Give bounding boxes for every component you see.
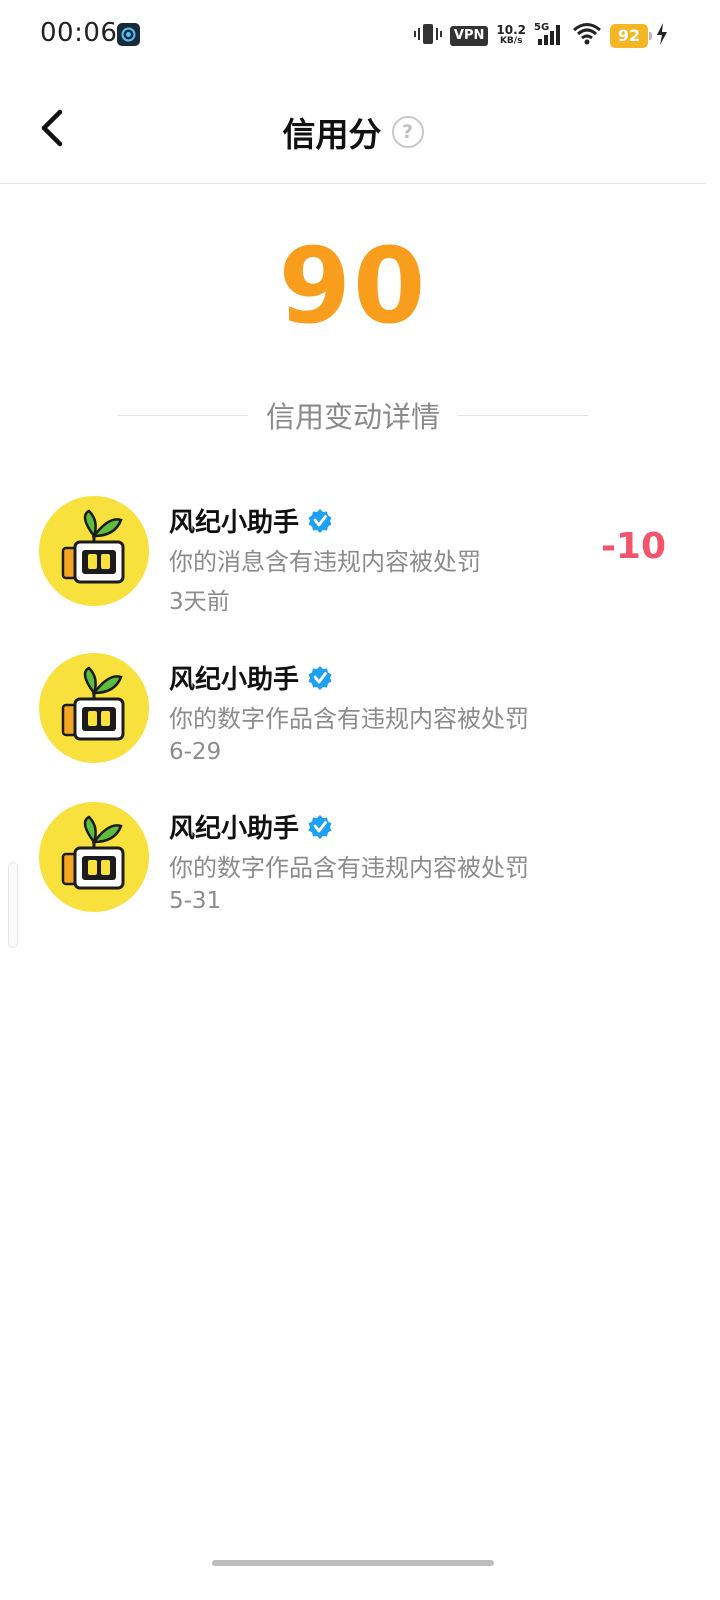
section-header: 信用变动详情 [118,395,589,435]
record-sender-name: 风纪小助手 [169,508,300,538]
record-name-row: 风纪小助手 [169,808,333,845]
status-bar: 00:06 VPN 10.2 KB/s 5G 92 [0,0,720,70]
page-title: 信用分 [282,115,382,154]
divider-right [458,414,589,416]
list-item[interactable]: 风纪小助手 你的消息含有违规内容被处罚 3天前 -10 [0,496,706,616]
edge-panel-handle[interactable] [8,862,18,948]
verified-badge-icon [308,665,332,690]
home-indicator[interactable] [212,1560,494,1566]
robot-sprout-icon [61,509,125,584]
robot-sprout-icon [61,815,125,890]
network-speed: 10.2 KB/s [496,23,526,47]
nav-bar: 信用分 ? [0,70,706,184]
record-description: 你的数字作品含有违规内容被处罚 [169,854,529,882]
verified-badge-icon [308,508,332,533]
vpn-badge: VPN [449,26,489,46]
credit-score: 90 [278,225,428,347]
verified-badge-icon [308,814,332,839]
record-description: 你的消息含有违规内容被处罚 [169,548,481,576]
record-time: 5-31 [169,888,222,914]
status-time: 00:06 [40,18,118,48]
avatar [39,802,149,912]
network-speed-value: 10.2 [496,23,526,37]
record-time: 3天前 [169,589,230,615]
network-speed-unit: KB/s [499,36,523,46]
battery-indicator: 92 [610,24,652,48]
divider-left [118,414,248,416]
score-change: -10 [600,526,666,567]
status-icons: VPN 10.2 KB/s 5G 92 [413,20,668,52]
signal-label: 5G [534,22,549,33]
nav-title-group: 信用分 ? [0,108,706,156]
avatar [39,653,149,763]
list-item[interactable]: 风纪小助手 你的数字作品含有违规内容被处罚 6-29 [0,653,706,773]
record-description: 你的数字作品含有违规内容被处罚 [169,705,529,733]
avatar [39,496,149,606]
wifi-icon [572,22,602,50]
record-sender-name: 风纪小助手 [169,814,300,844]
question-circle-icon[interactable]: ? [391,116,424,148]
cellular-signal-icon: 5G [534,21,564,51]
record-name-row: 风纪小助手 [169,659,333,696]
record-name-row: 风纪小助手 [169,502,333,539]
vibrate-icon [413,22,442,50]
record-sender-name: 风纪小助手 [169,665,300,695]
charging-icon [656,23,668,49]
app-notification-icon [117,23,140,46]
section-title: 信用变动详情 [266,400,441,434]
list-item[interactable]: 风纪小助手 你的数字作品含有违规内容被处罚 5-31 [0,802,706,922]
record-time: 6-29 [169,739,222,765]
robot-sprout-icon [61,666,125,741]
